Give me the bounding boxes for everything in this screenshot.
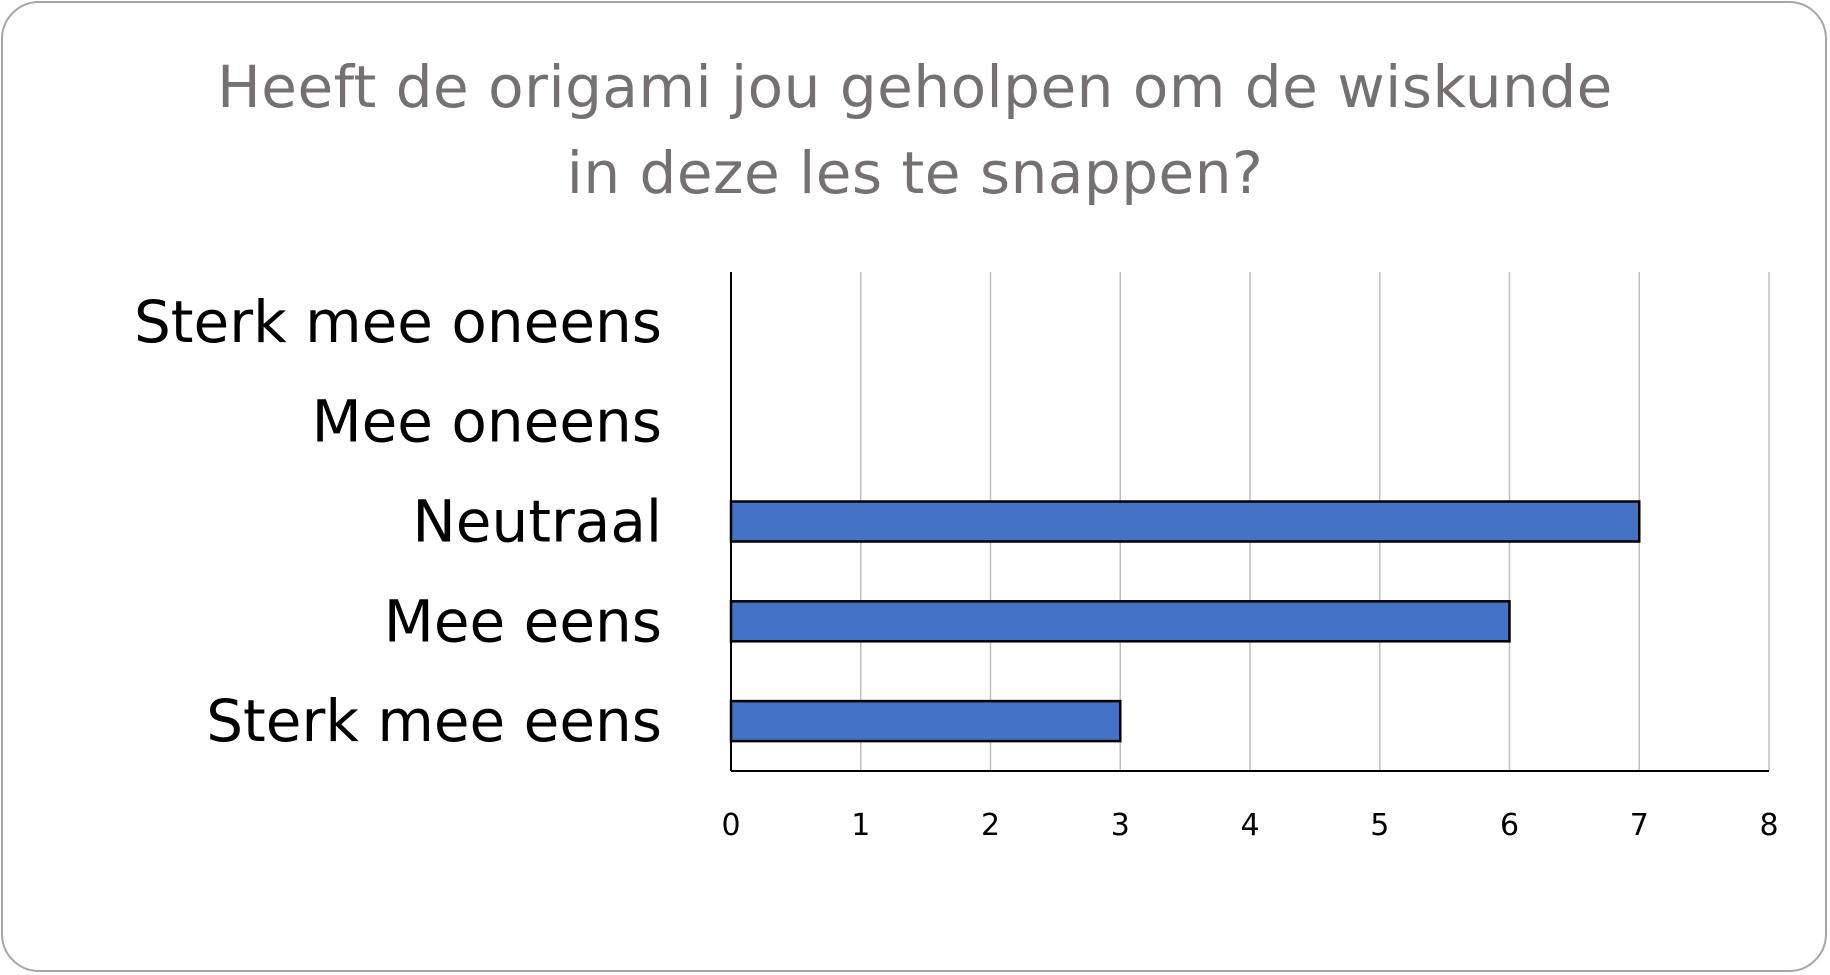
bar-sterk-mee-eens <box>729 699 1122 743</box>
category-label-mee-eens: Mee eens <box>384 587 662 655</box>
category-label-sterk-mee-eens: Sterk mee eens <box>206 687 662 755</box>
category-label-neutraal: Neutraal <box>412 488 662 556</box>
x-tick-label-1: 1 <box>851 808 870 843</box>
bar-chart-plot: Sterk mee oneens Mee oneens Neutraal Mee ee… <box>134 272 1779 843</box>
bar-neutraal <box>729 500 1641 543</box>
bar-mee-eens <box>729 600 1511 643</box>
x-tick-label-3: 3 <box>1111 808 1130 843</box>
x-tick-label-7: 7 <box>1630 808 1649 843</box>
x-tick-label-0: 0 <box>721 808 740 843</box>
x-tick-label-2: 2 <box>981 808 1000 843</box>
category-label-mee-oneens: Mee oneens <box>312 388 662 456</box>
bars <box>729 500 1641 743</box>
x-tick-label-4: 4 <box>1240 808 1259 843</box>
category-label-sterk-mee-oneens: Sterk mee oneens <box>134 288 662 356</box>
x-tick-label-6: 6 <box>1500 808 1519 843</box>
x-tick-labels: 0 1 2 3 4 5 6 7 8 <box>721 808 1778 843</box>
x-tick-label-5: 5 <box>1370 808 1389 843</box>
x-tick-label-8: 8 <box>1759 808 1778 843</box>
category-labels: Sterk mee oneens Mee oneens Neutraal Mee ee… <box>134 288 662 755</box>
